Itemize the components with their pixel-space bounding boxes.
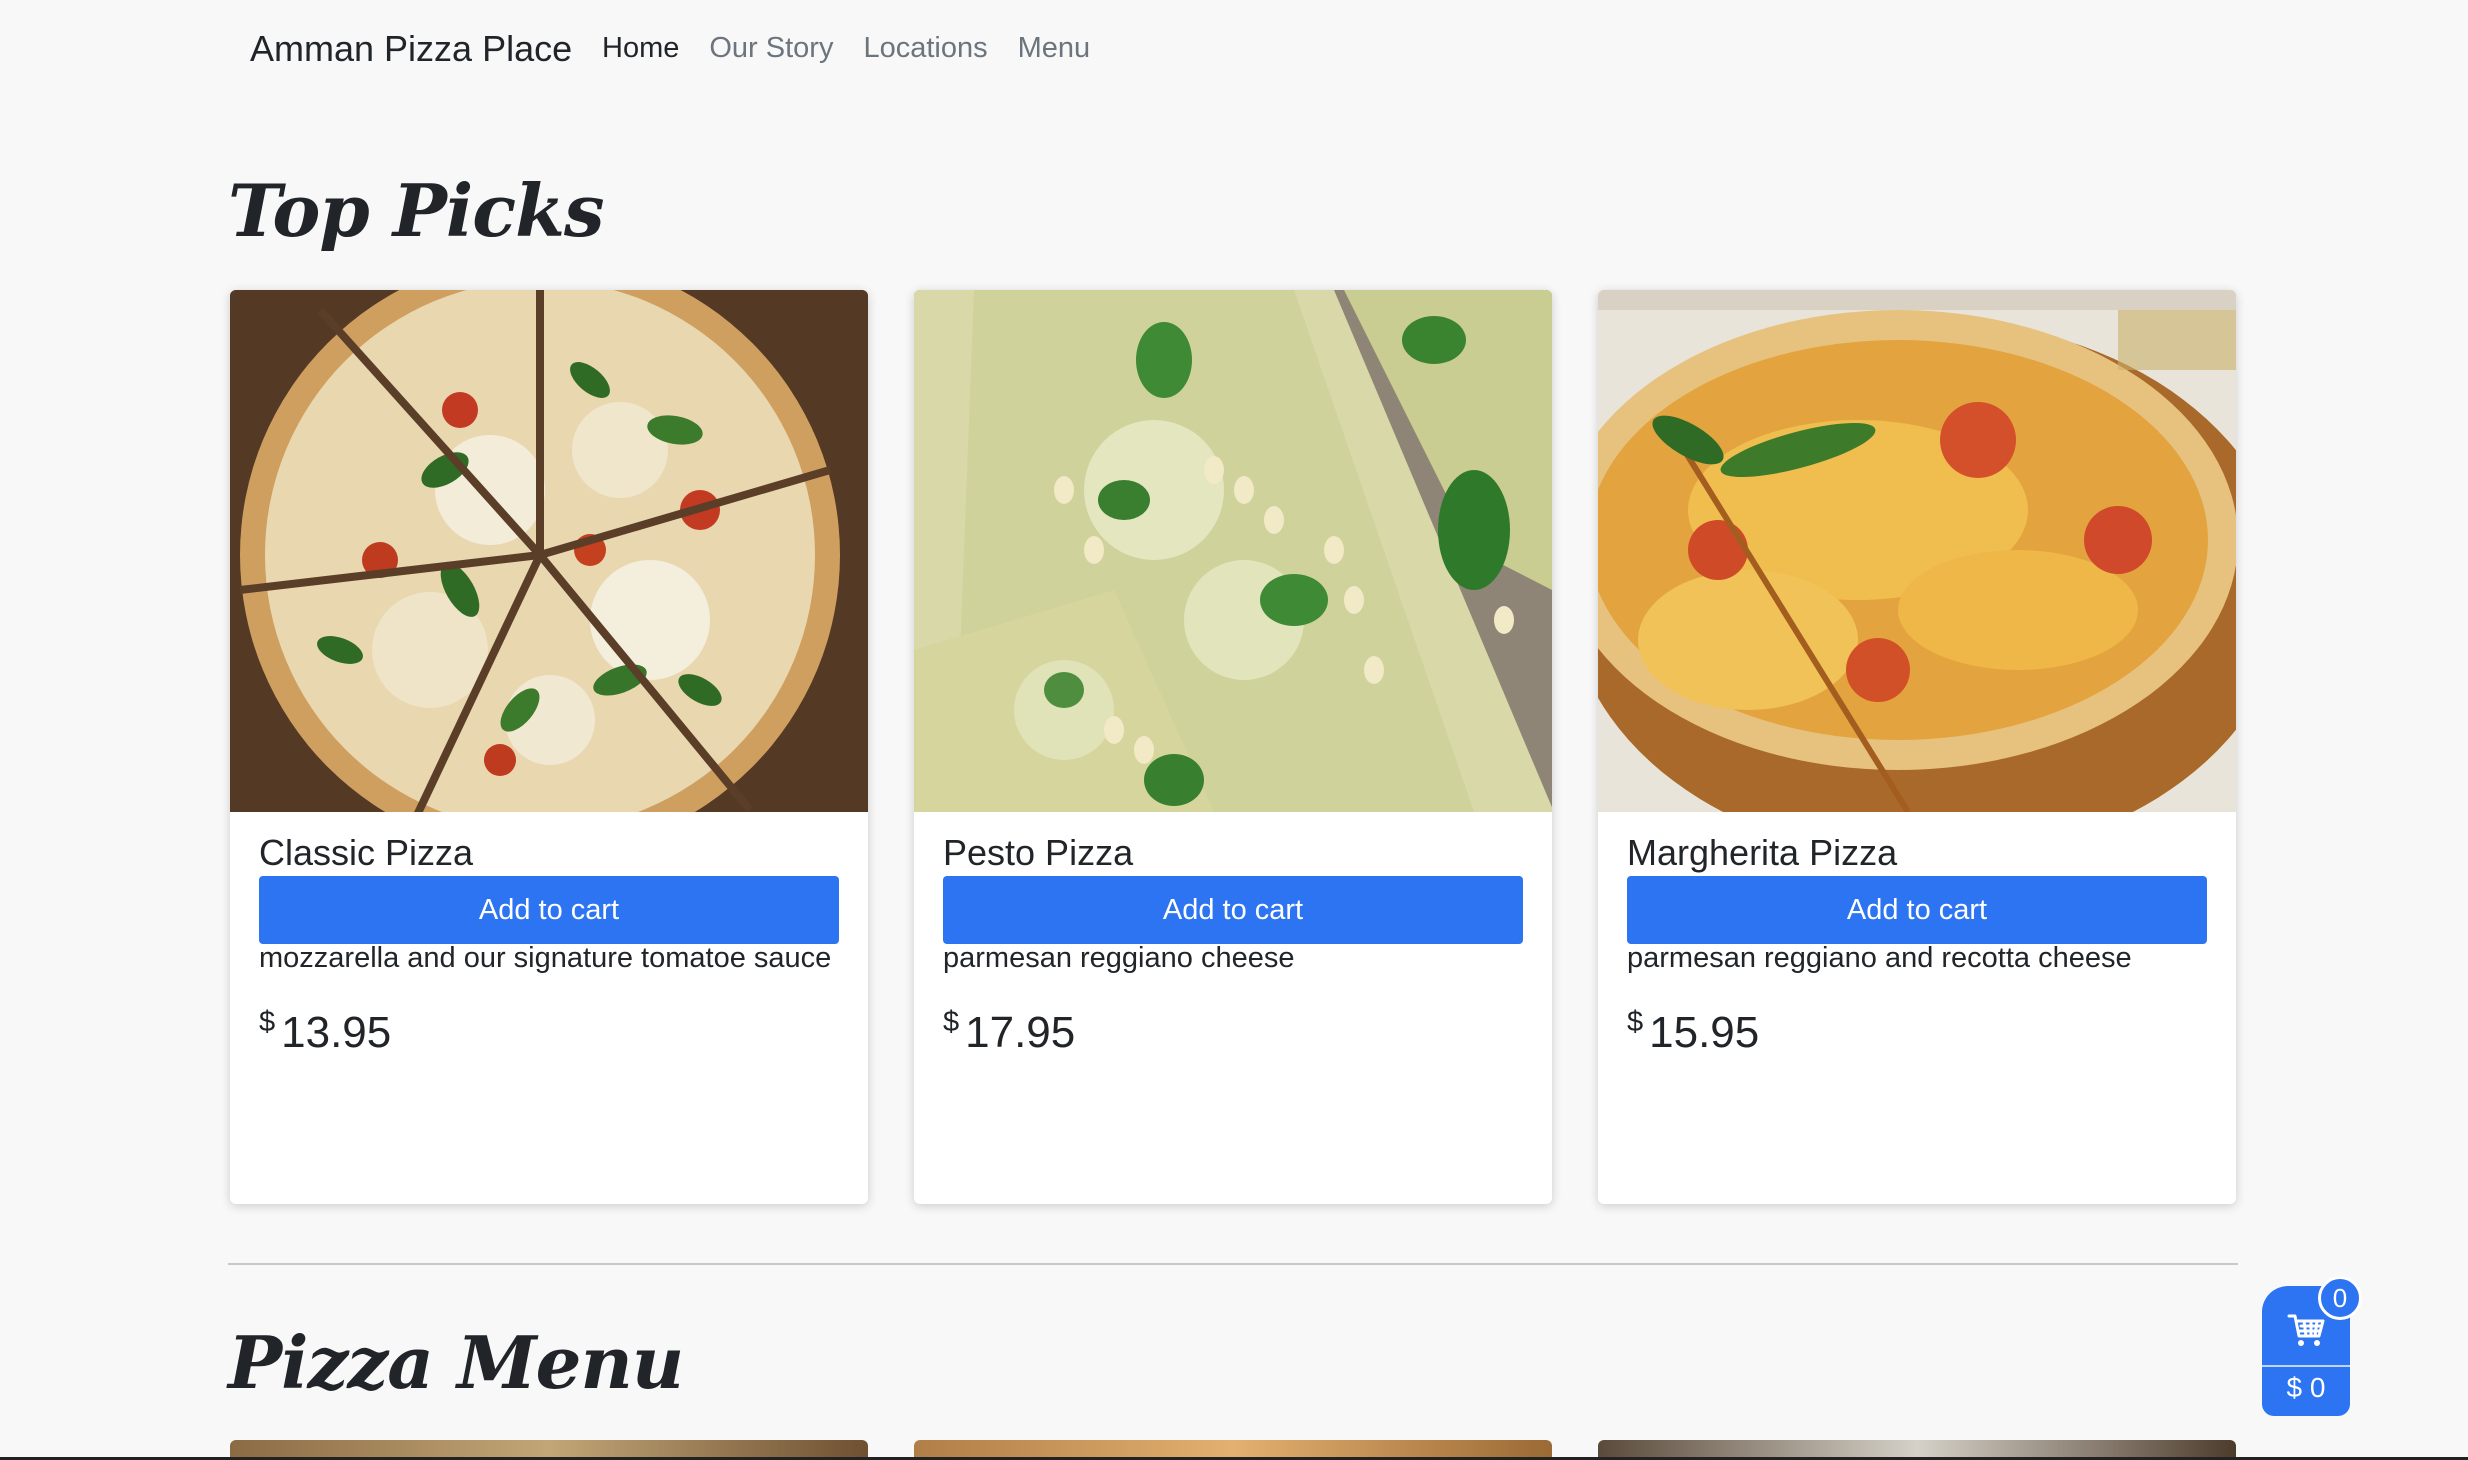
product-price: $15.95 xyxy=(1627,1006,1760,1058)
navbar: Amman Pizza Place Home Our Story Locatio… xyxy=(0,0,2468,100)
currency-symbol: $ xyxy=(259,1006,276,1038)
margherita-pizza-image xyxy=(1598,290,2236,812)
product-card-pesto: Pesto Pizza Taste our delicious classic … xyxy=(914,290,1552,1204)
product-title: Margherita Pizza xyxy=(1627,832,1898,873)
pizza-menu-heading: Pizza Menu xyxy=(228,1320,684,1405)
price-amount: 15.95 xyxy=(1649,1008,1760,1057)
product-title: Pesto Pizza xyxy=(943,832,1134,873)
classic-pizza-image xyxy=(230,290,868,812)
card-body: Pesto Pizza Taste our delicious classic … xyxy=(914,812,1552,1204)
nav-link-menu[interactable]: Menu xyxy=(1018,32,1091,65)
card-body: Margherita Pizza Delicious margherita wi… xyxy=(1598,812,2236,1204)
brand-link[interactable]: Amman Pizza Place xyxy=(250,28,572,70)
section-divider xyxy=(228,1263,2238,1265)
nav-link-locations[interactable]: Locations xyxy=(863,32,987,65)
cart-total: $ 0 xyxy=(2286,1372,2326,1403)
card-body: Classic Pizza Taste our delicious classi… xyxy=(230,812,868,1204)
product-price: $13.95 xyxy=(259,1006,392,1058)
cart-count-badge: 0 xyxy=(2318,1276,2362,1320)
currency-symbol: $ xyxy=(1627,1006,1644,1038)
top-picks-heading: Top Picks xyxy=(228,168,605,253)
currency-symbol: $ xyxy=(943,1006,960,1038)
pesto-pizza-image xyxy=(914,290,1552,812)
nav-link-home[interactable]: Home xyxy=(602,32,679,65)
cart-icon xyxy=(2287,1314,2325,1346)
product-title: Classic Pizza xyxy=(259,832,474,873)
add-to-cart-button[interactable]: Add to cart xyxy=(1627,876,2207,944)
product-price: $17.95 xyxy=(943,1006,1076,1058)
add-to-cart-button[interactable]: Add to cart xyxy=(943,876,1523,944)
nav-link-our-story[interactable]: Our Story xyxy=(709,32,833,65)
nav-links: Home Our Story Locations Menu xyxy=(602,32,1120,65)
add-to-cart-button[interactable]: Add to cart xyxy=(259,876,839,944)
page: Amman Pizza Place Home Our Story Locatio… xyxy=(0,0,2468,1460)
price-amount: 17.95 xyxy=(965,1008,1076,1057)
cart-separator xyxy=(2262,1365,2350,1367)
product-card-classic: Classic Pizza Taste our delicious classi… xyxy=(230,290,868,1204)
product-card-margherita: Margherita Pizza Delicious margherita wi… xyxy=(1598,290,2236,1204)
price-amount: 13.95 xyxy=(281,1008,392,1057)
